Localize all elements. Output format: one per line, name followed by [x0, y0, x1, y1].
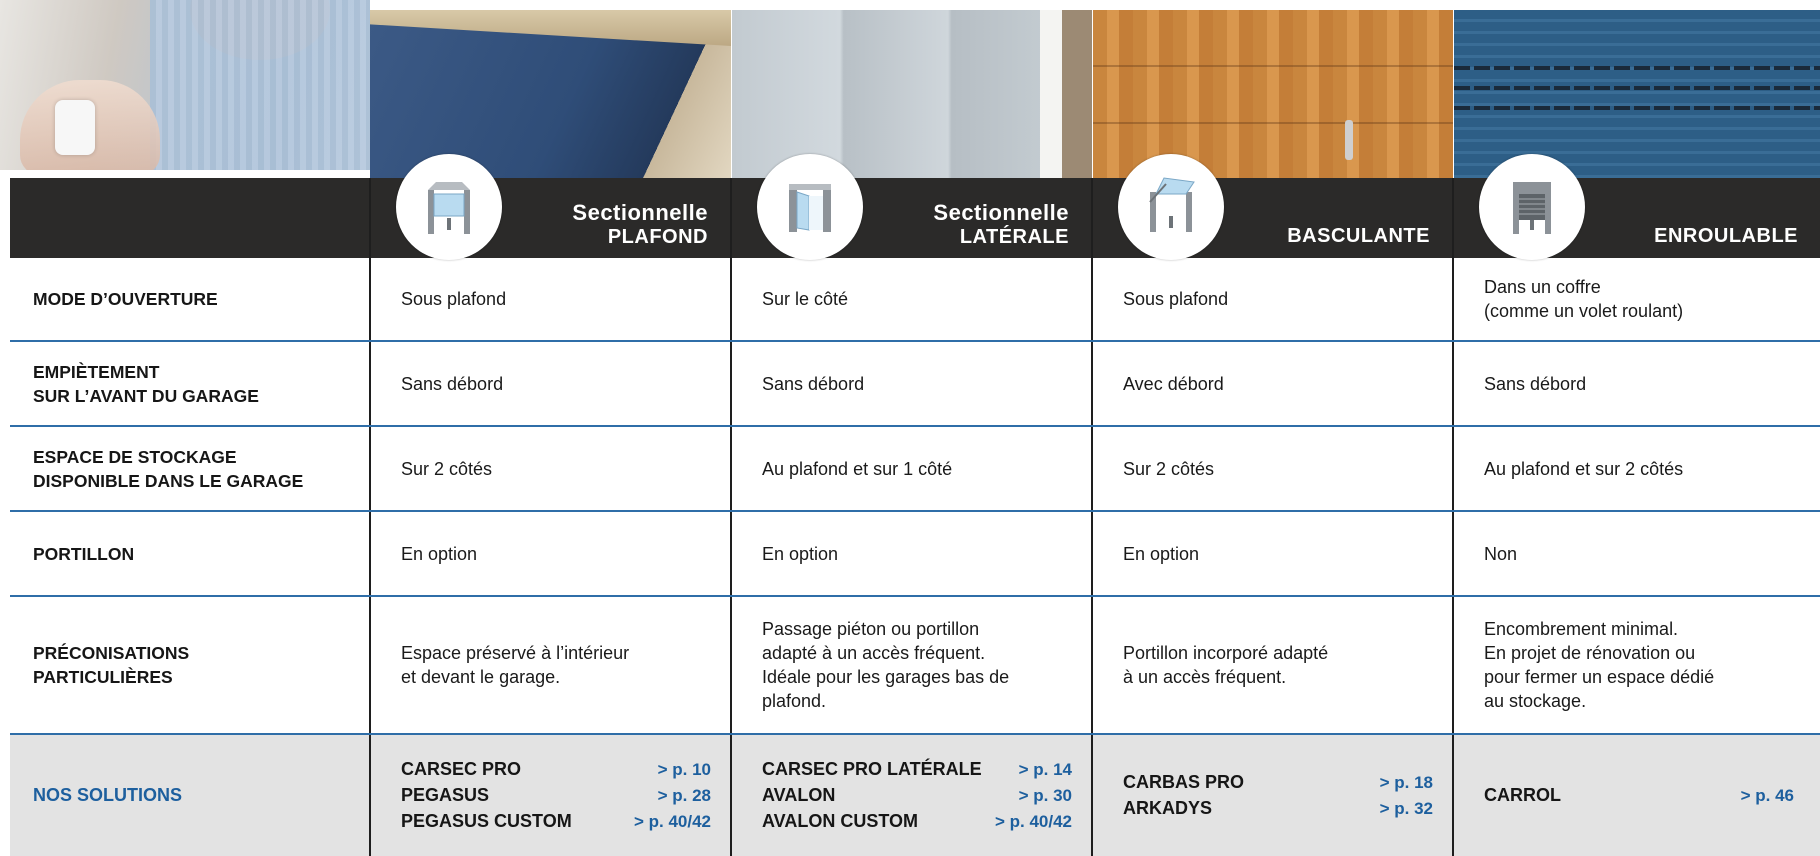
table-cell: En option — [401, 543, 478, 564]
photo-man-with-remote — [0, 0, 370, 170]
table-row: ESPACE DE STOCKAGE DISPONIBLE DANS LE GA… — [10, 427, 1820, 512]
solution-item[interactable]: CARSEC PRO LATÉRALE > p. 14 — [762, 759, 1072, 780]
solution-item[interactable]: CARROL > p. 46 — [1484, 785, 1794, 806]
solution-name: CARBAS PRO — [1123, 772, 1245, 792]
table-cell: Sous plafond — [401, 289, 507, 309]
table-cell: Sous plafond — [1123, 289, 1229, 309]
solution-name: CARSEC PRO — [401, 759, 522, 779]
table-cell: Sur le côté — [762, 289, 849, 309]
header-enroulable: ENROULABLE — [1454, 154, 1820, 260]
solution-item[interactable]: CARSEC PRO > p. 10 — [401, 759, 711, 780]
solution-page-link[interactable]: > p. 46 — [1741, 786, 1794, 806]
header-title-line1: Sectionnelle — [933, 200, 1069, 225]
solution-page-link[interactable]: > p. 30 — [1019, 786, 1072, 806]
solution-page-link[interactable]: > p. 32 — [1380, 799, 1433, 819]
solution-name: CARSEC PRO LATÉRALE — [762, 759, 982, 779]
solution-page-link[interactable]: > p. 40/42 — [995, 812, 1072, 832]
solution-name: AVALON CUSTOM — [762, 811, 918, 831]
table-cell: Dans un coffre (comme un volet roulant) — [1484, 277, 1684, 321]
table-cell: Avec débord — [1123, 373, 1224, 394]
header-title-line2: latérale — [959, 226, 1069, 248]
table-row: MODE D’OUVERTURE Sous plafond Sur le côt… — [10, 258, 1820, 342]
solution-page-link[interactable]: > p. 18 — [1380, 773, 1433, 793]
table-cell: Sur 2 côtés — [401, 458, 493, 479]
solution-item[interactable]: PEGASUS > p. 28 — [401, 785, 711, 806]
table-header: Sectionnelle plafond Sectionnelle latéra… — [10, 154, 1820, 260]
row-label: PORTILLON — [33, 543, 135, 564]
table-cell: Passage piéton ou portillon adapté à un … — [762, 619, 1010, 711]
solution-item[interactable]: AVALON > p. 30 — [762, 785, 1072, 806]
table-cell: Espace préservé à l’intérieur et devant … — [401, 643, 630, 687]
table-cell: Encombrement minimal. En projet de rénov… — [1484, 619, 1715, 711]
header-empty-cell — [10, 178, 371, 258]
table-row: PORTILLON En option En option En option … — [10, 512, 1820, 597]
solution-page-link[interactable]: > p. 28 — [658, 786, 711, 806]
table-cell: En option — [1123, 543, 1200, 564]
table-cell: Non — [1484, 543, 1518, 564]
header-title-line2: plafond — [607, 226, 708, 248]
row-label: EMPIÈTEMENT SUR L’AVANT DU GARAGE — [33, 361, 259, 406]
table-row: PRÉCONISATIONS PARTICULIÈRES Espace prés… — [10, 597, 1820, 735]
photo-tilting-door — [1093, 10, 1453, 178]
header-sectionnelle-laterale: Sectionnelle latérale — [732, 154, 1093, 260]
tilting-door-icon — [1118, 154, 1224, 260]
table-cell: Au plafond et sur 1 côté — [762, 458, 953, 479]
solution-name: AVALON — [762, 785, 836, 805]
solution-item[interactable]: AVALON CUSTOM > p. 40/42 — [762, 811, 1072, 832]
table-cell: Sans débord — [1484, 373, 1587, 394]
solution-name: ARKADYS — [1123, 798, 1213, 818]
solution-name: PEGASUS — [401, 785, 490, 805]
solution-name: PEGASUS CUSTOM — [401, 811, 572, 831]
solution-page-link[interactable]: > p. 14 — [1019, 760, 1072, 780]
solution-name: CARROL — [1484, 785, 1561, 805]
sectional-side-door-icon — [757, 154, 863, 260]
table-cell: Sans débord — [762, 373, 865, 394]
table-cell: Au plafond et sur 2 côtés — [1484, 458, 1684, 479]
photo-roller-door — [1454, 10, 1820, 178]
table-row: EMPIÈTEMENT SUR L’AVANT DU GARAGE Sans d… — [10, 342, 1820, 427]
solutions-list: CARSEC PRO > p. 10 PEGASUS > p. 28 PEGASUS… — [401, 759, 711, 832]
row-label: PRÉCONISATIONS PARTICULIÈRES — [33, 643, 190, 687]
solution-page-link[interactable]: > p. 10 — [658, 760, 711, 780]
table-cell: Portillon incorporé adapté à un accès fr… — [1123, 643, 1329, 687]
roller-door-icon — [1479, 154, 1585, 260]
header-title-line2: BASCULANTE — [1287, 225, 1430, 247]
table-cell: En option — [762, 543, 839, 564]
solution-item[interactable]: ARKADYS > p. 32 — [1123, 798, 1433, 819]
solution-item[interactable]: CARBAS PRO > p. 18 — [1123, 772, 1433, 793]
row-label: MODE D’OUVERTURE — [33, 289, 218, 309]
header-basculante: BASCULANTE — [1093, 154, 1454, 260]
header-sectionnelle-plafond: Sectionnelle plafond — [371, 154, 732, 260]
table-cell: Sans débord — [401, 373, 504, 394]
photo-sectional-ceiling-door — [370, 10, 731, 178]
solutions-list: CARROL > p. 46 — [1484, 785, 1794, 806]
table-cell: Sur 2 côtés — [1123, 458, 1215, 479]
header-title-line2: ENROULABLE — [1654, 225, 1798, 247]
solution-page-link[interactable]: > p. 40/42 — [634, 812, 711, 832]
sectional-ceiling-door-icon — [396, 154, 502, 260]
comparison-table: Sectionnelle plafond Sectionnelle latéra… — [10, 154, 1820, 856]
header-title-line1: Sectionnelle — [572, 200, 708, 225]
photo-sectional-side-door — [732, 10, 1092, 178]
solutions-list: CARSEC PRO LATÉRALE > p. 14 AVALON > p. 30… — [762, 759, 1072, 832]
solution-item[interactable]: PEGASUS CUSTOM > p. 40/42 — [401, 811, 711, 832]
row-label: ESPACE DE STOCKAGE DISPONIBLE DANS LE GA… — [33, 446, 304, 491]
solutions-label: NOS SOLUTIONS — [33, 785, 183, 805]
solutions-row: NOS SOLUTIONS CARSEC PRO > p. 10 PEGASUS >… — [10, 735, 1820, 856]
solutions-list: CARBAS PRO > p. 18 ARKADYS > p. 32 — [1123, 772, 1433, 819]
